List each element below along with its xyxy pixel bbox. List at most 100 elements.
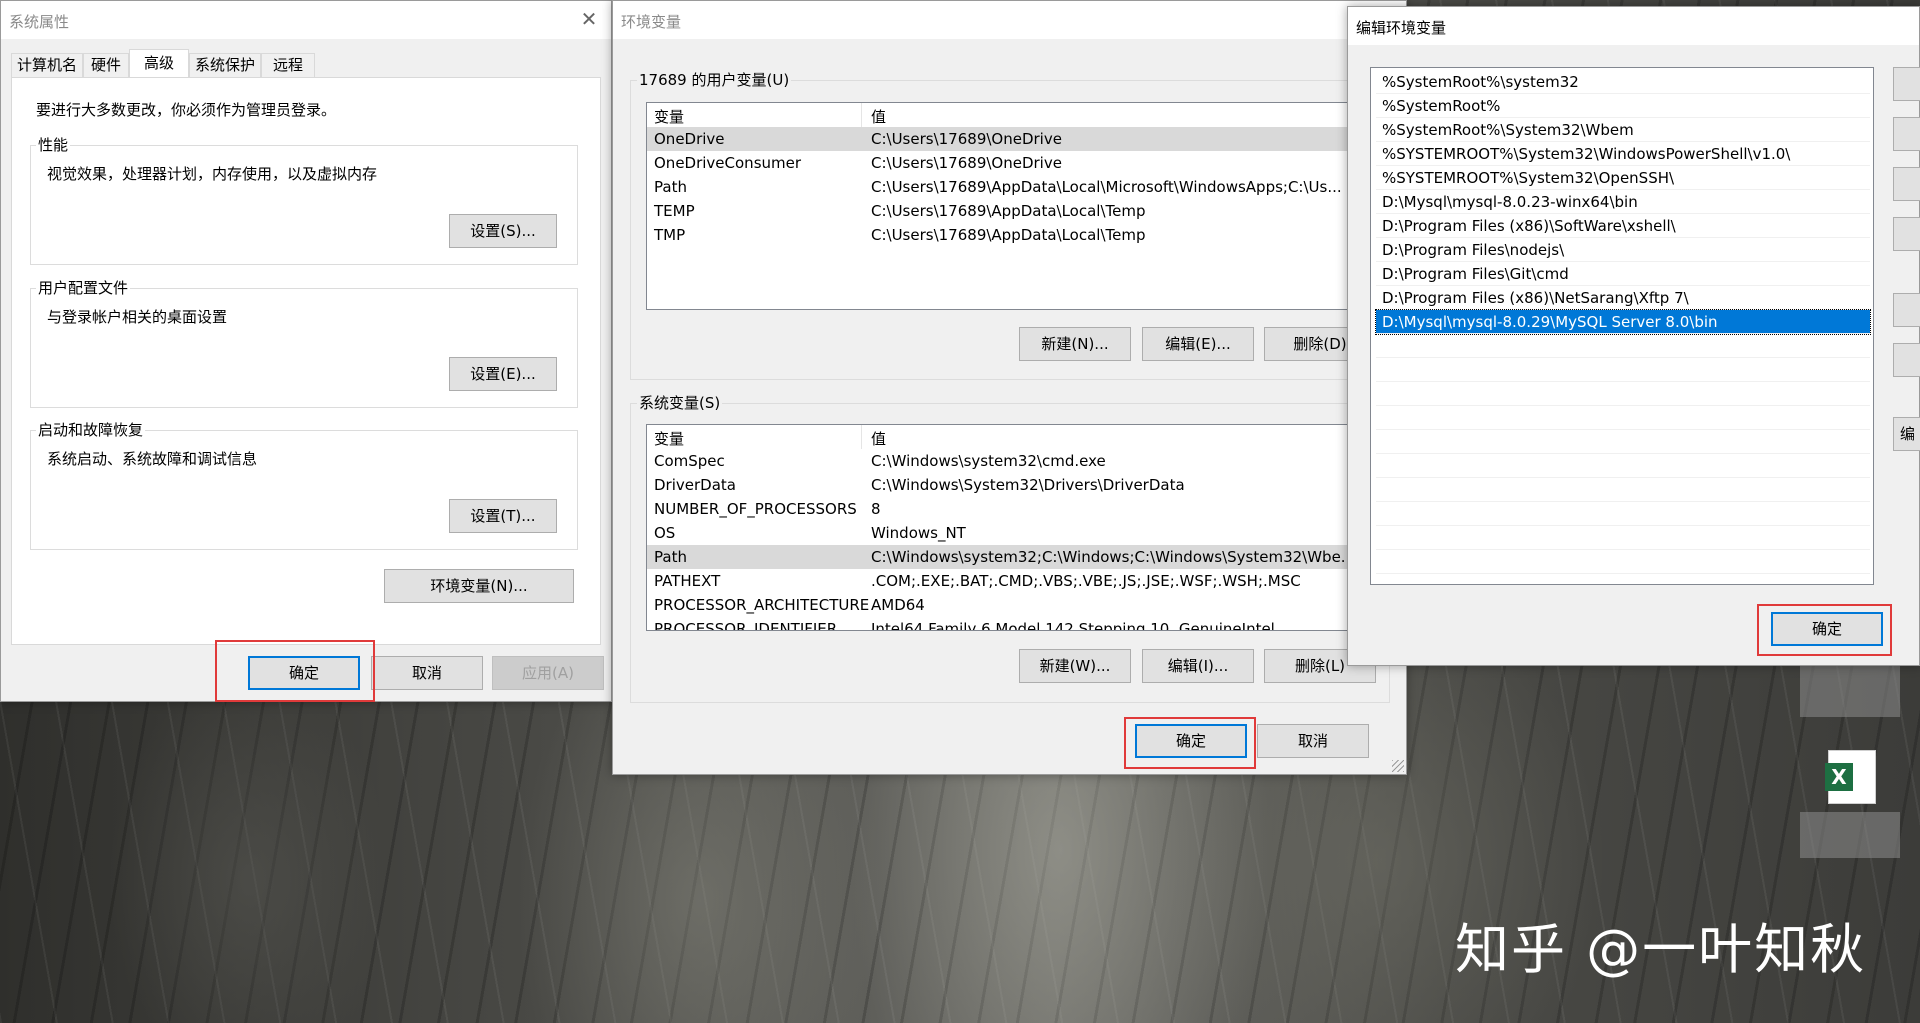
column-header-variable[interactable]: 变量 <box>654 106 684 127</box>
highlight-box <box>215 640 375 702</box>
variable-value: C:\Users\17689\OneDrive <box>871 154 1062 172</box>
list-item[interactable]: %SystemRoot% <box>1376 94 1870 118</box>
startup-recovery-description: 系统启动、系统故障和调试信息 <box>47 450 258 468</box>
list-item[interactable]: %SYSTEMROOT%\System32\WindowsPowerShell\… <box>1376 142 1870 166</box>
variable-name: OneDrive <box>654 130 725 148</box>
title-bar: 系统属性 ✕ <box>1 1 611 39</box>
resize-grip-icon[interactable] <box>1392 760 1404 772</box>
window-title: 环境变量 <box>621 13 682 31</box>
list-item[interactable]: D:\Program Files (x86)\SoftWare\xshell\ <box>1376 214 1870 238</box>
tab-system-protection[interactable]: 系统保护 <box>189 53 261 77</box>
edit-button[interactable] <box>1893 117 1920 151</box>
variable-name: TMP <box>654 226 686 244</box>
user-profile-group-title: 用户配置文件 <box>36 277 131 298</box>
environment-variables-button[interactable]: 环境变量(N)... <box>384 569 574 603</box>
system-edit-button[interactable]: 编辑(I)... <box>1142 649 1254 683</box>
column-header-variable[interactable]: 变量 <box>654 428 684 449</box>
table-row[interactable]: NUMBER_OF_PROCESSORS 8 <box>647 497 1385 521</box>
cancel-button[interactable]: 取消 <box>1257 724 1369 758</box>
user-new-button[interactable]: 新建(N)... <box>1019 327 1131 361</box>
table-row[interactable]: ComSpec C:\Windows\system32\cmd.exe <box>647 449 1385 473</box>
user-profile-settings-button[interactable]: 设置(E)... <box>449 357 557 391</box>
window-title: 系统属性 <box>9 13 70 31</box>
table-row[interactable]: PATHEXT .COM;.EXE;.BAT;.CMD;.VBS;.VBE;.J… <box>647 569 1385 593</box>
variable-value: C:\Windows\system32\cmd.exe <box>871 452 1106 470</box>
startup-recovery-settings-button[interactable]: 设置(T)... <box>449 499 557 533</box>
variable-name: Path <box>654 178 687 196</box>
system-new-button[interactable]: 新建(W)... <box>1019 649 1131 683</box>
tab-hardware[interactable]: 硬件 <box>83 53 129 77</box>
blurred-desktop-label <box>1800 812 1900 858</box>
move-down-button[interactable] <box>1893 343 1920 377</box>
tab-panel: 要进行大多数更改，你必须作为管理员登录。 视觉效果，处理器计划，内存使用，以及虚… <box>11 77 601 645</box>
user-variables-group-title: 17689 的用户变量(U) <box>637 69 792 90</box>
variable-name: OneDriveConsumer <box>654 154 802 172</box>
excel-file-icon[interactable]: X <box>1825 750 1876 804</box>
startup-recovery-group-title: 启动和故障恢复 <box>36 419 146 440</box>
variable-name: PROCESSOR_IDENTIFIER <box>654 620 838 631</box>
performance-description: 视觉效果，处理器计划，内存使用，以及虚拟内存 <box>47 165 378 183</box>
list-item[interactable]: D:\Program Files\Git\cmd <box>1376 262 1870 286</box>
list-item[interactable]: D:\Mysql\mysql-8.0.23-winx64\bin <box>1376 190 1870 214</box>
user-variables-list[interactable]: 变量 值 OneDrive C:\Users\17689\OneDrive On… <box>646 102 1386 310</box>
list-item-selected[interactable]: D:\Mysql\mysql-8.0.29\MySQL Server 8.0\b… <box>1375 309 1871 335</box>
table-row[interactable]: OneDriveConsumer C:\Users\17689\OneDrive <box>647 151 1385 175</box>
variable-name: NUMBER_OF_PROCESSORS <box>654 500 857 518</box>
highlight-box <box>1124 717 1256 769</box>
list-item[interactable]: %SYSTEMROOT%\System32\OpenSSH\ <box>1376 166 1870 190</box>
table-row[interactable]: Path C:\Windows\system32;C:\Windows;C:\W… <box>647 545 1385 569</box>
table-row[interactable]: OneDrive C:\Users\17689\OneDrive <box>647 127 1385 151</box>
tab-remote[interactable]: 远程 <box>261 53 315 77</box>
table-row[interactable]: Path C:\Users\17689\AppData\Local\Micros… <box>647 175 1385 199</box>
admin-note: 要进行大多数更改，你必须作为管理员登录。 <box>36 101 337 119</box>
startup-recovery-group: 系统启动、系统故障和调试信息 设置(T)... <box>30 430 578 550</box>
user-edit-button[interactable]: 编辑(E)... <box>1142 327 1254 361</box>
variable-value: C:\Users\17689\AppData\Local\Temp <box>871 226 1146 244</box>
variable-value: C:\Windows\system32;C:\Windows;C:\Window… <box>871 548 1356 566</box>
list-item[interactable]: %SystemRoot%\System32\Wbem <box>1376 118 1870 142</box>
variable-value: 8 <box>871 500 881 518</box>
variable-name: TEMP <box>654 202 695 220</box>
delete-button[interactable] <box>1893 217 1920 251</box>
list-item[interactable]: D:\Program Files\nodejs\ <box>1376 238 1870 262</box>
watermark: 知乎 @一叶知秋 <box>1455 918 1867 981</box>
user-profile-description: 与登录帐户相关的桌面设置 <box>47 308 228 326</box>
system-variables-group-title: 系统变量(S) <box>637 392 723 413</box>
variable-value: Intel64 Family 6 Model 142 Stepping 10, … <box>871 620 1275 631</box>
tab-advanced[interactable]: 高级 <box>129 49 189 77</box>
variable-name: PROCESSOR_ARCHITECTURE <box>654 596 870 614</box>
user-profile-group: 与登录帐户相关的桌面设置 设置(E)... <box>30 288 578 408</box>
path-list[interactable]: %SystemRoot%\system32 %SystemRoot% %Syst… <box>1370 67 1874 585</box>
edit-text-button[interactable]: 编 <box>1893 417 1920 451</box>
table-row[interactable]: DriverData C:\Windows\System32\Drivers\D… <box>647 473 1385 497</box>
column-header-value[interactable]: 值 <box>871 106 886 127</box>
table-row[interactable]: TEMP C:\Users\17689\AppData\Local\Temp <box>647 199 1385 223</box>
window-title: 编辑环境变量 <box>1356 19 1447 37</box>
title-bar: 环境变量 <box>613 1 1406 39</box>
close-icon[interactable]: ✕ <box>577 7 601 31</box>
empty-row-lines <box>1376 334 1870 584</box>
system-variables-list[interactable]: 变量 值 ComSpec C:\Windows\system32\cmd.exe… <box>646 424 1386 631</box>
performance-settings-button[interactable]: 设置(S)... <box>449 214 557 248</box>
new-button[interactable] <box>1893 67 1920 101</box>
list-item[interactable]: D:\Program Files (x86)\NetSarang\Xftp 7\ <box>1376 286 1870 310</box>
variable-name: OS <box>654 524 676 542</box>
move-up-button[interactable] <box>1893 293 1920 327</box>
variable-value: C:\Users\17689\AppData\Local\Microsoft\W… <box>871 178 1342 196</box>
table-row[interactable]: PROCESSOR_IDENTIFIER Intel64 Family 6 Mo… <box>647 617 1385 631</box>
variable-name: PATHEXT <box>654 572 721 590</box>
table-row[interactable]: OS Windows_NT <box>647 521 1385 545</box>
list-item[interactable]: %SystemRoot%\system32 <box>1376 70 1870 94</box>
table-row[interactable]: TMP C:\Users\17689\AppData\Local\Temp <box>647 223 1385 247</box>
variable-name: Path <box>654 548 687 566</box>
table-row[interactable]: PROCESSOR_ARCHITECTURE AMD64 <box>647 593 1385 617</box>
variable-value: AMD64 <box>871 596 925 614</box>
cancel-button[interactable]: 取消 <box>371 656 483 690</box>
blurred-desktop-label <box>1800 665 1900 717</box>
variable-value: C:\Windows\System32\Drivers\DriverData <box>871 476 1185 494</box>
browse-button[interactable] <box>1893 167 1920 201</box>
tab-computer-name[interactable]: 计算机名 <box>11 53 83 77</box>
column-header-value[interactable]: 值 <box>871 428 886 449</box>
apply-button[interactable]: 应用(A) <box>492 656 604 690</box>
performance-group: 视觉效果，处理器计划，内存使用，以及虚拟内存 设置(S)... <box>30 145 578 265</box>
